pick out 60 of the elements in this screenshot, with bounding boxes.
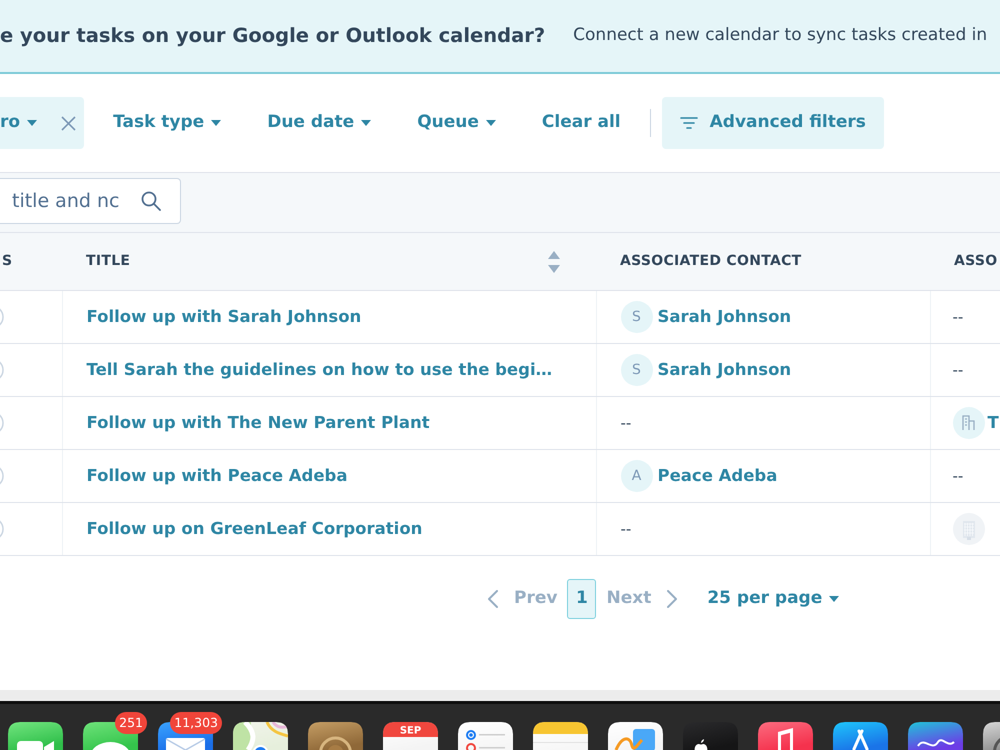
apple-app-icon[interactable] (683, 722, 738, 750)
contact-name-link[interactable]: Sarah Johnson (658, 358, 792, 382)
task-title-link[interactable]: Tell Sarah the guidelines on how to use the begi… (86, 360, 552, 379)
contact-avatar: S (620, 301, 652, 333)
task-title-link[interactable]: Follow up on GreenLeaf Corporation (86, 518, 422, 538)
remove-filter-button[interactable] (61, 116, 76, 130)
column-header: S (2, 253, 12, 269)
empty-value: -- (952, 361, 964, 379)
caret-icon (211, 120, 222, 126)
calendar-month: SEP (400, 726, 422, 736)
map-app-icon[interactable] (233, 722, 288, 750)
task-title-link[interactable]: Follow up with Peace Adeba (86, 466, 348, 485)
empty-value: -- (952, 467, 964, 485)
contact-avatar: S (620, 354, 652, 386)
search-icon[interactable] (141, 191, 161, 211)
filter-dropdown[interactable]: ro (0, 97, 38, 149)
filter-dropdown[interactable]: Task type (90, 97, 244, 149)
filter-dropdown[interactable]: Due date (244, 97, 394, 149)
column-header: ASSOCIATED CONTACT (620, 253, 802, 269)
ring-app-icon[interactable] (308, 722, 363, 750)
caret-icon (27, 120, 38, 126)
task-title-link[interactable]: Follow up with Sarah Johnson (86, 306, 362, 326)
sketch-board-app-icon[interactable] (608, 722, 663, 750)
banner-heading: e your tasks on your Google or Outlook calendar? (0, 23, 546, 50)
caret-icon (486, 120, 496, 126)
close-icon (61, 116, 76, 130)
advanced-filters-button[interactable]: Advanced filters (662, 97, 884, 149)
notification-count: 251 (115, 712, 147, 734)
crossed-strokes-app-icon[interactable] (833, 722, 888, 750)
gear-app-icon[interactable] (983, 722, 1000, 750)
empty-value: -- (952, 308, 964, 326)
building-grid-icon (952, 513, 984, 545)
chevron-right-icon (667, 590, 678, 608)
filter-lines-icon (680, 117, 698, 129)
contact-name-link[interactable]: Peace Adeba (658, 464, 778, 488)
filter-dropdown[interactable]: Queue (394, 97, 519, 149)
chevron-left-icon (488, 590, 498, 608)
column-header: TITLE (86, 252, 130, 271)
empty-value: -- (620, 414, 632, 432)
column-header: ASSO (954, 253, 998, 269)
company-name-link[interactable]: T (988, 410, 999, 436)
empty-value: -- (620, 520, 632, 538)
task-title-link[interactable]: Follow up with The New Parent Plant (86, 412, 430, 432)
notification-count: 11,303 (170, 712, 222, 734)
caret-icon (361, 120, 372, 126)
search-field[interactable]: title and nc (0, 178, 181, 224)
video-camera-app-icon[interactable] (8, 722, 63, 750)
caret-icon (829, 596, 840, 602)
page-number-button[interactable]: 1 (567, 579, 596, 619)
per-page-dropdown[interactable]: 25 per page (707, 586, 840, 612)
squiggle-app-icon[interactable] (908, 722, 963, 750)
contact-avatar: A (620, 460, 652, 492)
building-icon (952, 407, 984, 439)
clear-filters-link[interactable]: Clear all (518, 97, 644, 149)
banner-text: Connect a new calendar to sync tasks created in (573, 24, 988, 48)
calendar-app-icon[interactable]: SEP (383, 722, 438, 750)
checklist-app-icon[interactable] (458, 722, 513, 750)
music-note-app-icon[interactable] (758, 722, 813, 750)
contact-name-link[interactable]: Sarah Johnson (658, 304, 792, 330)
notepad-app-icon[interactable] (533, 722, 588, 750)
